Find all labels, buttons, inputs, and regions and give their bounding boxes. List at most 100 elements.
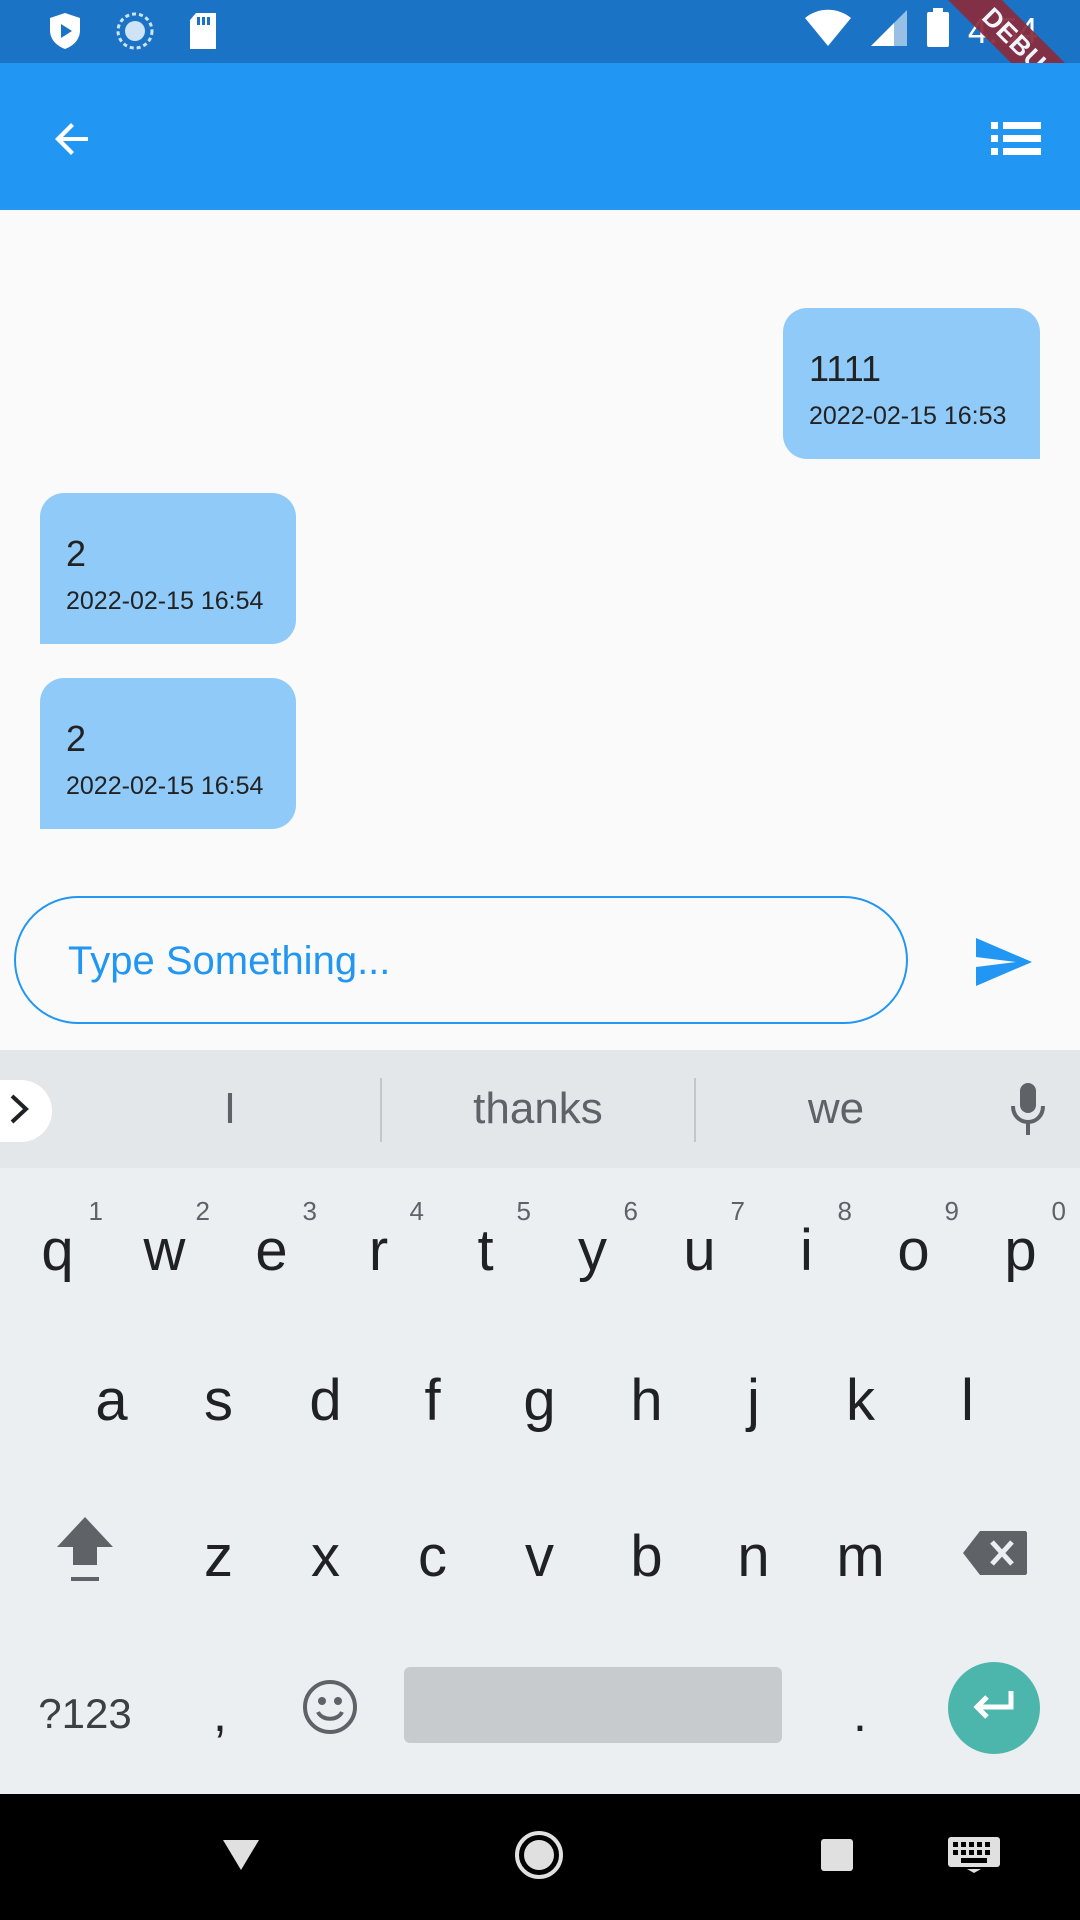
space-key[interactable]	[404, 1667, 782, 1743]
key-c[interactable]: c	[379, 1486, 486, 1626]
key-f[interactable]: f	[379, 1330, 486, 1470]
chevron-right-icon	[8, 1093, 30, 1130]
key-hint: 5	[516, 1196, 531, 1226]
key-v[interactable]: v	[486, 1486, 593, 1626]
key-label: i	[800, 1217, 813, 1283]
key-j[interactable]: j	[700, 1330, 807, 1470]
suggestion-word[interactable]: I	[80, 1050, 380, 1168]
key-a[interactable]: a	[58, 1330, 165, 1470]
key-h[interactable]: h	[593, 1330, 700, 1470]
key-w[interactable]: w2	[111, 1190, 218, 1310]
app-bar	[0, 63, 1080, 210]
emoji-key[interactable]	[280, 1644, 380, 1784]
key-p[interactable]: p0	[967, 1190, 1074, 1310]
key-q[interactable]: q1	[4, 1190, 111, 1310]
message-input-container[interactable]	[14, 896, 908, 1024]
key-s[interactable]: s	[165, 1330, 272, 1470]
shield-icon	[48, 12, 82, 55]
key-i[interactable]: i8	[753, 1190, 860, 1310]
key-y[interactable]: y6	[539, 1190, 646, 1310]
nav-home-button[interactable]	[504, 1824, 574, 1890]
suggestion-word[interactable]: we	[696, 1050, 976, 1168]
message-input[interactable]	[68, 928, 868, 994]
key-label: o	[897, 1217, 930, 1283]
send-button[interactable]	[964, 924, 1044, 1004]
voice-input-button[interactable]	[995, 1080, 1061, 1142]
key-l[interactable]: l	[914, 1330, 1021, 1470]
key-hint: 1	[88, 1196, 103, 1226]
suggestion-word[interactable]: thanks	[382, 1050, 694, 1168]
key-label: q	[41, 1217, 74, 1283]
key-u[interactable]: u7	[646, 1190, 753, 1310]
recents-square-icon	[820, 1838, 854, 1877]
signal-icon	[870, 9, 908, 52]
sd-card-icon	[188, 12, 218, 55]
key-label: w	[143, 1217, 186, 1283]
keyboard-icon	[947, 1836, 1001, 1879]
key-label: y	[578, 1217, 607, 1283]
back-button[interactable]	[36, 105, 108, 177]
shift-icon	[53, 1513, 117, 1599]
wifi-icon	[804, 9, 852, 52]
key-label: t	[477, 1217, 494, 1283]
suggestion-expand-button[interactable]	[0, 1080, 52, 1142]
return-arrow-icon	[971, 1689, 1017, 1728]
key-t[interactable]: t5	[432, 1190, 539, 1310]
home-circle-icon	[514, 1830, 564, 1885]
backspace-icon	[962, 1523, 1028, 1590]
key-hint: 3	[302, 1196, 317, 1226]
microphone-icon	[1010, 1082, 1046, 1141]
system-nav-bar	[0, 1794, 1080, 1920]
nav-recents-button[interactable]	[802, 1824, 872, 1890]
key-b[interactable]: b	[593, 1486, 700, 1626]
key-k[interactable]: k	[807, 1330, 914, 1470]
symbols-key[interactable]: ?123	[10, 1644, 160, 1784]
key-m[interactable]: m	[807, 1486, 914, 1626]
arrow-back-icon	[48, 115, 96, 168]
menu-list-button[interactable]	[980, 105, 1052, 177]
key-n[interactable]: n	[700, 1486, 807, 1626]
message-timestamp: 2022-02-15 16:53	[809, 402, 1007, 430]
key-label: r	[368, 1217, 389, 1283]
key-label: e	[255, 1217, 288, 1283]
suggestion-strip: I thanks we	[0, 1050, 1080, 1168]
key-hint: 6	[623, 1196, 638, 1226]
sync-icon	[116, 12, 154, 55]
list-icon	[991, 121, 1041, 161]
battery-icon	[926, 8, 950, 53]
key-d[interactable]: d	[272, 1330, 379, 1470]
key-e[interactable]: e3	[218, 1190, 325, 1310]
nav-back-button[interactable]	[206, 1824, 276, 1890]
nav-keyboard-button[interactable]	[924, 1824, 1024, 1890]
key-r[interactable]: r4	[325, 1190, 432, 1310]
message-text: 1111	[809, 348, 882, 389]
message-timestamp: 2022-02-15 16:54	[66, 587, 264, 615]
message-text: 2	[66, 533, 87, 574]
message-timestamp: 2022-02-15 16:54	[66, 772, 264, 800]
message-bubble-received: 2 2022-02-15 16:54	[40, 493, 296, 644]
key-g[interactable]: g	[486, 1330, 593, 1470]
key-hint: 2	[195, 1196, 210, 1226]
key-o[interactable]: o9	[860, 1190, 967, 1310]
message-bubble-sent: 1111 2022-02-15 16:53	[783, 308, 1040, 459]
key-label: u	[683, 1217, 716, 1283]
key-hint: 8	[837, 1196, 852, 1226]
status-bar: 4:54 DEBUG	[0, 0, 1080, 146]
key-hint: 4	[409, 1196, 424, 1226]
send-icon	[974, 936, 1034, 993]
shift-key[interactable]	[30, 1486, 140, 1626]
message-composer	[0, 880, 1080, 1050]
soft-keyboard: I thanks we q1 w2 e3 r4 t5 y6 u7 i8 o9 p…	[0, 1050, 1080, 1794]
period-key[interactable]: .	[810, 1644, 910, 1784]
key-x[interactable]: x	[272, 1486, 379, 1626]
key-z[interactable]: z	[165, 1486, 272, 1626]
key-hint: 9	[944, 1196, 959, 1226]
key-hint: 7	[730, 1196, 745, 1226]
backspace-key[interactable]	[940, 1486, 1050, 1626]
enter-key[interactable]	[948, 1662, 1040, 1754]
key-label: p	[1004, 1217, 1037, 1283]
emoji-icon	[302, 1679, 358, 1749]
message-bubble-received: 2 2022-02-15 16:54	[40, 678, 296, 829]
comma-key[interactable]: ,	[170, 1644, 270, 1784]
back-triangle-icon	[221, 1838, 261, 1877]
